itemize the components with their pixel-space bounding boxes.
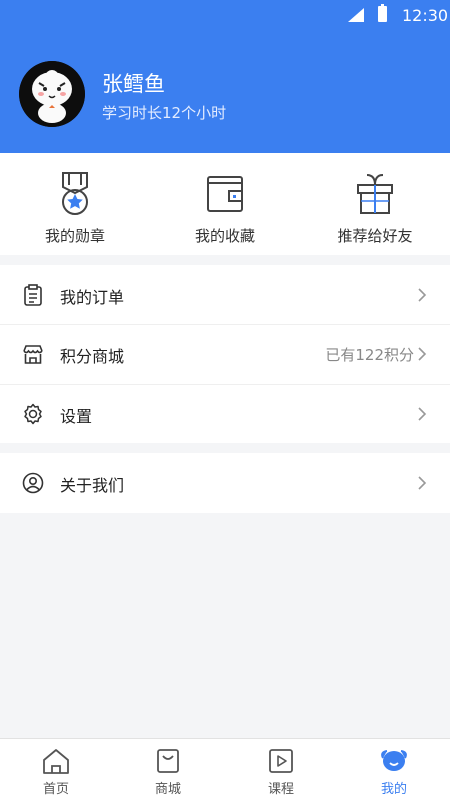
my-medals-button[interactable]: 我的勋章 — [0, 153, 150, 255]
tab-mall[interactable]: 商城 — [112, 739, 224, 800]
menu-item-label: 设置 — [60, 407, 93, 426]
tab-home[interactable]: 首页 — [0, 739, 112, 800]
tab-label: 商城 — [154, 782, 181, 797]
menu-group-about: 关于我们 — [0, 453, 450, 513]
gear-icon — [24, 403, 42, 425]
bottom-tab-bar: 首页 商城 课程 我的 — [0, 738, 450, 800]
gift-icon — [357, 174, 393, 214]
my-favorites-label: 我的收藏 — [194, 227, 255, 245]
menu-item-label: 积分商城 — [60, 347, 125, 366]
wallet-icon — [207, 176, 243, 212]
chevron-right-icon — [418, 347, 427, 361]
chevron-right-icon — [418, 288, 427, 302]
tab-label: 我的 — [380, 782, 407, 797]
menu-item-about[interactable]: 关于我们 — [0, 453, 450, 513]
points-balance: 已有122积分 — [325, 346, 414, 364]
user-circle-icon — [22, 472, 44, 494]
tab-label: 课程 — [267, 782, 294, 797]
menu-item-points-mall[interactable]: 积分商城 已有122积分 — [0, 324, 450, 384]
avatar[interactable] — [19, 61, 85, 127]
tab-courses[interactable]: 课程 — [225, 739, 337, 800]
recommend-friend-button[interactable]: 推荐给好友 — [300, 153, 450, 255]
study-time: 学习时长12个小时 — [102, 104, 227, 122]
avatar-image — [19, 61, 85, 127]
menu-group-main: 我的订单 积分商城 已有122积分 设置 — [0, 265, 450, 443]
menu-item-label: 我的订单 — [60, 288, 125, 307]
my-favorites-button[interactable]: 我的收藏 — [150, 153, 300, 255]
menu-item-label: 关于我们 — [60, 476, 125, 495]
chevron-right-icon — [418, 407, 427, 421]
quick-actions: 我的勋章 我的收藏 推荐给好友 — [0, 153, 450, 255]
tab-mine[interactable]: 我的 — [338, 739, 450, 800]
my-medals-label: 我的勋章 — [44, 227, 105, 245]
menu-item-settings[interactable]: 设置 — [0, 384, 450, 444]
tab-label: 首页 — [42, 782, 69, 797]
username: 张鳕鱼 — [102, 72, 165, 96]
store-icon — [23, 345, 43, 364]
shopping-bag-icon — [157, 749, 179, 773]
clipboard-icon — [24, 284, 42, 306]
battery-icon — [378, 4, 387, 22]
signal-icon — [348, 8, 364, 22]
status-time: 12:30 — [402, 6, 449, 25]
medal-icon — [62, 172, 88, 215]
recommend-friend-label: 推荐给好友 — [337, 227, 413, 245]
home-icon — [43, 749, 69, 774]
menu-item-orders[interactable]: 我的订单 — [0, 265, 450, 325]
status-bar: 12:30 — [0, 0, 450, 30]
profile-face-icon — [381, 750, 407, 771]
profile-header: 12:30 张鳕鱼 学习时长12个小时 — [0, 0, 450, 153]
chevron-right-icon — [418, 476, 427, 490]
play-icon — [269, 749, 293, 773]
